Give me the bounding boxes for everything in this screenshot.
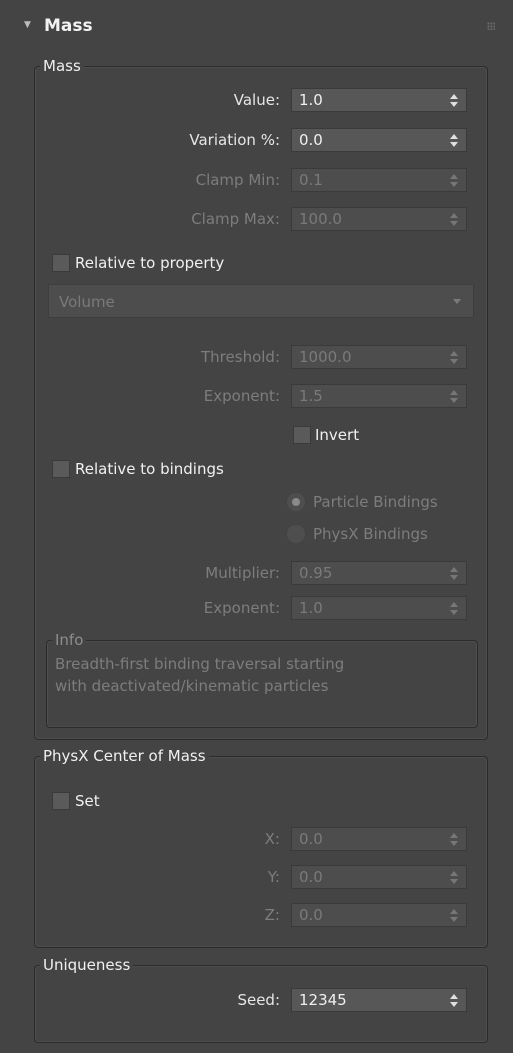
collapse-triangle-icon[interactable]: ▼: [24, 20, 31, 30]
variation-label: Variation %:: [189, 131, 280, 149]
x-label: X:: [264, 830, 280, 848]
bindings-exponent-spinner[interactable]: 1.0: [291, 596, 467, 620]
info-text: Breadth-first binding traversal starting…: [55, 653, 344, 697]
property-dropdown-value: Volume: [59, 293, 115, 311]
spinner-arrows-icon[interactable]: [450, 907, 458, 923]
value-label: Value:: [233, 91, 280, 109]
physx-bindings-radio[interactable]: [286, 524, 306, 544]
relative-to-property-label[interactable]: Relative to property: [75, 253, 224, 273]
rollout-title: Mass: [44, 16, 93, 36]
chevron-down-icon: [453, 299, 461, 304]
spinner-arrows-icon[interactable]: [450, 388, 458, 404]
y-label: Y:: [267, 868, 280, 886]
value-input[interactable]: 1.0: [299, 91, 323, 109]
bindings-exponent-input[interactable]: 1.0: [299, 599, 323, 617]
variation-input[interactable]: 0.0: [299, 131, 323, 149]
invert-checkbox[interactable]: [293, 426, 311, 444]
particle-bindings-label[interactable]: Particle Bindings: [313, 492, 438, 512]
mass-rollout: ▼ Mass Mass Value: 1.0 Variation %: 0.0 …: [10, 8, 503, 1048]
spinner-arrows-icon[interactable]: [450, 172, 458, 188]
x-input[interactable]: 0.0: [299, 830, 323, 848]
radio-selected-dot: [292, 498, 300, 506]
variation-spinner[interactable]: 0.0: [291, 128, 467, 152]
clamp-min-spinner[interactable]: 0.1: [291, 168, 467, 192]
multiplier-input[interactable]: 0.95: [299, 564, 332, 582]
physx-bindings-label[interactable]: PhysX Bindings: [313, 524, 428, 544]
y-spinner[interactable]: 0.0: [291, 865, 467, 889]
info-group-label: Info: [52, 631, 87, 649]
particle-bindings-radio[interactable]: [286, 492, 306, 512]
bindings-exponent-label: Exponent:: [203, 599, 280, 617]
multiplier-label: Multiplier:: [205, 564, 280, 582]
spinner-arrows-icon[interactable]: [450, 831, 458, 847]
physx-group-label: PhysX Center of Mass: [40, 747, 209, 765]
threshold-label: Threshold:: [201, 348, 280, 366]
z-input[interactable]: 0.0: [299, 906, 323, 924]
threshold-input[interactable]: 1000.0: [299, 348, 352, 366]
exponent-spinner[interactable]: 1.5: [291, 384, 467, 408]
info-line-1: Breadth-first binding traversal starting: [55, 655, 345, 673]
mass-group-label: Mass: [40, 57, 84, 75]
relative-to-bindings-checkbox[interactable]: [52, 460, 70, 478]
exponent-input[interactable]: 1.5: [299, 387, 323, 405]
drag-grip-icon[interactable]: [487, 22, 495, 30]
spinner-arrows-icon[interactable]: [450, 132, 458, 148]
spinner-arrows-icon[interactable]: [450, 92, 458, 108]
relative-to-property-checkbox[interactable]: [52, 254, 70, 272]
seed-spinner[interactable]: 12345: [291, 988, 467, 1012]
clamp-max-label: Clamp Max:: [191, 210, 280, 228]
z-label: Z:: [264, 906, 280, 924]
spinner-arrows-icon[interactable]: [450, 349, 458, 365]
clamp-max-spinner[interactable]: 100.0: [291, 207, 467, 231]
rollout-header[interactable]: ▼ Mass: [10, 8, 503, 44]
seed-input[interactable]: 12345: [299, 991, 347, 1009]
property-dropdown[interactable]: Volume: [48, 284, 474, 318]
threshold-spinner[interactable]: 1000.0: [291, 345, 467, 369]
spinner-arrows-icon[interactable]: [450, 565, 458, 581]
multiplier-spinner[interactable]: 0.95: [291, 561, 467, 585]
spinner-arrows-icon[interactable]: [450, 600, 458, 616]
invert-label[interactable]: Invert: [315, 425, 359, 445]
spinner-arrows-icon[interactable]: [450, 869, 458, 885]
seed-label: Seed:: [237, 991, 280, 1009]
clamp-min-input[interactable]: 0.1: [299, 171, 323, 189]
info-group: Info Breadth-first binding traversal sta…: [46, 631, 478, 728]
value-spinner[interactable]: 1.0: [291, 88, 467, 112]
uniqueness-group-label: Uniqueness: [40, 956, 134, 974]
set-checkbox[interactable]: [52, 792, 70, 810]
spinner-arrows-icon[interactable]: [450, 992, 458, 1008]
set-label[interactable]: Set: [75, 791, 100, 811]
y-input[interactable]: 0.0: [299, 868, 323, 886]
clamp-min-label: Clamp Min:: [195, 171, 280, 189]
info-line-2: with deactivated/kinematic particles: [55, 677, 329, 695]
clamp-max-input[interactable]: 100.0: [299, 210, 342, 228]
relative-to-bindings-label[interactable]: Relative to bindings: [75, 459, 224, 479]
spinner-arrows-icon[interactable]: [450, 211, 458, 227]
exponent-label: Exponent:: [203, 387, 280, 405]
z-spinner[interactable]: 0.0: [291, 903, 467, 927]
x-spinner[interactable]: 0.0: [291, 827, 467, 851]
